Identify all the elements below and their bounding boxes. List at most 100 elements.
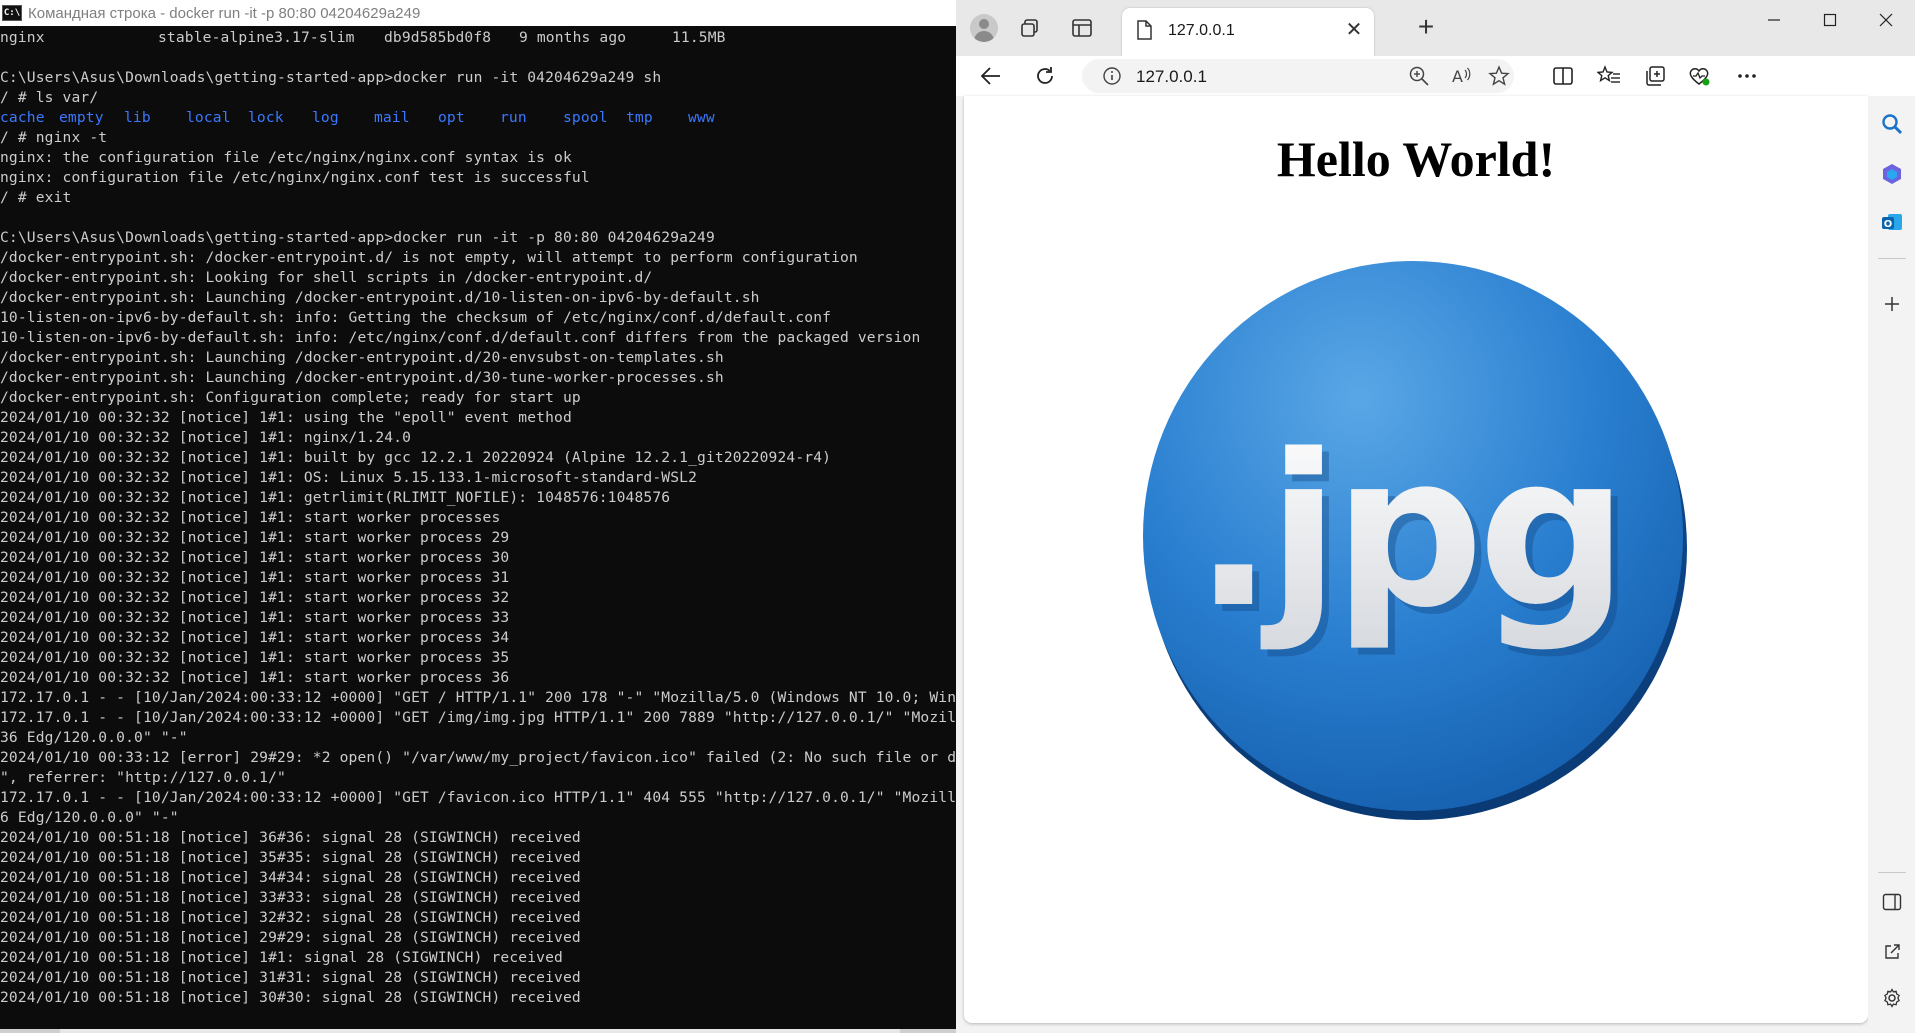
terminal-line: 2024/01/10 00:32:32 [notice] 1#1: start …	[0, 649, 510, 666]
terminal-line: nginx: configuration file /etc/nginx/ngi…	[0, 169, 590, 186]
terminal-cell: nginx	[0, 29, 45, 46]
favorites-list-icon[interactable]	[1592, 64, 1626, 88]
terminal-line: 172.17.0.1 - - [10/Jan/2024:00:33:12 +00…	[0, 689, 956, 706]
terminal-line: 2024/01/10 00:32:32 [notice] 1#1: start …	[0, 509, 501, 526]
terminal-line: /docker-entrypoint.sh: Launching /docker…	[0, 289, 760, 306]
tab-strip: 127.0.0.1 ✕ +	[956, 0, 1915, 56]
terminal-line: 2024/01/10 00:51:18 [notice] 32#32: sign…	[0, 909, 581, 926]
terminal-line: 2024/01/10 00:32:32 [notice] 1#1: start …	[0, 609, 510, 626]
terminal-output[interactable]: nginx stable-alpine3.17-slim db9d585bd0f8 9…	[0, 28, 956, 1033]
tab-title: 127.0.0.1	[1168, 22, 1235, 39]
terminal-cell: stable-alpine3.17-slim	[158, 29, 355, 46]
close-window-button[interactable]	[1858, 0, 1914, 40]
tab-close-icon[interactable]: ✕	[1342, 18, 1366, 42]
jpg-label: .jpg	[1194, 409, 1622, 654]
directory-entry: run	[500, 109, 527, 126]
terminal-line: 36 Edg/120.0.0.0" "-"	[0, 729, 188, 746]
terminal-line: 10-listen-on-ipv6-by-default.sh: info: G…	[0, 309, 832, 326]
directory-entry: cache	[0, 109, 45, 126]
sidebar-divider-bottom	[1878, 872, 1906, 873]
terminal-line: 2024/01/10 00:51:18 [notice] 35#35: sign…	[0, 849, 581, 866]
maximize-button[interactable]	[1802, 0, 1858, 40]
terminal-line: 172.17.0.1 - - [10/Jan/2024:00:33:12 +00…	[0, 789, 956, 806]
terminal-line: 2024/01/10 00:51:18 [notice] 33#33: sign…	[0, 889, 581, 906]
terminal-cell: 11.5MB	[672, 29, 726, 46]
directory-entry: www	[688, 109, 715, 126]
terminal-line: 10-listen-on-ipv6-by-default.sh: info: /…	[0, 329, 921, 346]
refresh-icon[interactable]	[1030, 62, 1060, 90]
split-screen-icon[interactable]	[1546, 64, 1580, 88]
back-arrow-icon[interactable]	[976, 62, 1006, 90]
terminal-line: /docker-entrypoint.sh: Looking for shell…	[0, 269, 653, 286]
edge-sidebar: O	[1868, 96, 1915, 1033]
directory-entry: log	[312, 109, 339, 126]
directory-entry: empty	[59, 109, 104, 126]
minimize-button[interactable]	[1746, 0, 1802, 40]
profile-avatar-icon[interactable]	[970, 14, 998, 42]
terminal-line: 2024/01/10 00:32:32 [notice] 1#1: getrli…	[0, 489, 671, 506]
address-bar[interactable]: 127.0.0.1 A	[1082, 59, 1514, 93]
svg-text:A: A	[1452, 67, 1463, 86]
page-icon	[1136, 20, 1152, 45]
horizontal-scrollbar[interactable]	[0, 1029, 956, 1033]
terminal-line: 2024/01/10 00:32:32 [notice] 1#1: OS: Li…	[0, 469, 698, 486]
terminal-line: 172.17.0.1 - - [10/Jan/2024:00:33:12 +00…	[0, 709, 956, 726]
favorite-star-icon[interactable]	[1488, 65, 1510, 87]
terminal-line: 2024/01/10 00:32:32 [notice] 1#1: start …	[0, 629, 510, 646]
terminal-line: 2024/01/10 00:32:32 [notice] 1#1: using …	[0, 409, 572, 426]
read-aloud-icon[interactable]: A	[1450, 65, 1472, 87]
terminal-line: 2024/01/10 00:32:32 [notice] 1#1: nginx/…	[0, 429, 412, 446]
terminal-line: 2024/01/10 00:51:18 [notice] 30#30: sign…	[0, 989, 581, 1006]
vertical-tabs-icon[interactable]	[1062, 8, 1102, 48]
terminal-line: 2024/01/10 00:32:32 [notice] 1#1: start …	[0, 669, 510, 686]
hide-sidebar-icon[interactable]	[1878, 888, 1906, 916]
collections-tabs-icon[interactable]	[1010, 8, 1050, 48]
url-text[interactable]: 127.0.0.1	[1136, 67, 1207, 87]
browser-essentials-icon[interactable]	[1682, 64, 1716, 88]
terminal-line: 2024/01/10 00:32:32 [notice] 1#1: start …	[0, 569, 510, 586]
copilot-icon[interactable]	[1878, 160, 1906, 188]
terminal-line: 2024/01/10 00:33:12 [error] 29#29: *2 op…	[0, 749, 956, 766]
scrollbar-thumb[interactable]	[60, 1029, 900, 1033]
terminal-line: 2024/01/10 00:32:32 [notice] 1#1: start …	[0, 549, 510, 566]
new-tab-button[interactable]: +	[1412, 13, 1440, 42]
terminal-line: 2024/01/10 00:51:18 [notice] 1#1: signal…	[0, 949, 563, 966]
settings-gear-icon[interactable]	[1878, 984, 1906, 1012]
terminal-line: 2024/01/10 00:51:18 [notice] 34#34: sign…	[0, 869, 581, 886]
search-icon[interactable]	[1878, 110, 1906, 138]
zoom-icon[interactable]	[1408, 65, 1430, 87]
site-info-icon[interactable]	[1102, 66, 1122, 86]
terminal-cell: 9 months ago	[519, 29, 627, 46]
tab-active[interactable]: 127.0.0.1 ✕	[1122, 8, 1374, 56]
terminal-line: / # exit	[0, 189, 72, 206]
page-viewport[interactable]: Hello World! .jpg .jpg	[964, 96, 1868, 1023]
more-menu-icon[interactable]	[1730, 64, 1764, 88]
outlook-icon[interactable]: O	[1878, 208, 1906, 236]
add-sidebar-icon[interactable]	[1878, 290, 1906, 318]
terminal-line: ", referrer: "http://127.0.0.1/"	[0, 769, 286, 786]
jpg-image: .jpg .jpg	[1143, 261, 1687, 820]
terminal-line: / # nginx -t	[0, 129, 108, 146]
terminal-line: /docker-entrypoint.sh: Configuration com…	[0, 389, 581, 406]
directory-entry: local	[186, 109, 231, 126]
cmd-app-icon: C:\	[2, 5, 22, 21]
terminal-line: 2024/01/10 00:51:18 [notice] 31#31: sign…	[0, 969, 581, 986]
terminal-line: 2024/01/10 00:32:32 [notice] 1#1: start …	[0, 589, 510, 606]
cmd-window: C:\ Командная строка - docker run -it -p…	[0, 0, 956, 1033]
directory-entry: lock	[248, 109, 284, 126]
terminal-cell: db9d585bd0f8	[384, 29, 492, 46]
svg-text:O: O	[1884, 219, 1893, 230]
open-external-icon[interactable]	[1878, 938, 1906, 966]
terminal-line: /docker-entrypoint.sh: Launching /docker…	[0, 349, 724, 366]
cmd-titlebar[interactable]: C:\ Командная строка - docker run -it -p…	[0, 0, 956, 26]
terminal-line: 2024/01/10 00:51:18 [notice] 36#36: sign…	[0, 829, 581, 846]
navigation-toolbar: 127.0.0.1 A	[956, 56, 1915, 96]
collections-icon[interactable]	[1638, 64, 1672, 88]
directory-entry: lib	[124, 109, 151, 126]
page-heading: Hello World!	[1276, 131, 1556, 187]
terminal-line: 2024/01/10 00:32:32 [notice] 1#1: built …	[0, 449, 832, 466]
terminal-line: C:\Users\Asus\Downloads\getting-started-…	[0, 69, 662, 86]
terminal-line: /docker-entrypoint.sh: Launching /docker…	[0, 369, 724, 386]
browser-window: 127.0.0.1 ✕ + 127.0.0.1 A Hello World! .…	[956, 0, 1915, 1033]
terminal-line: / # ls var/	[0, 89, 99, 106]
